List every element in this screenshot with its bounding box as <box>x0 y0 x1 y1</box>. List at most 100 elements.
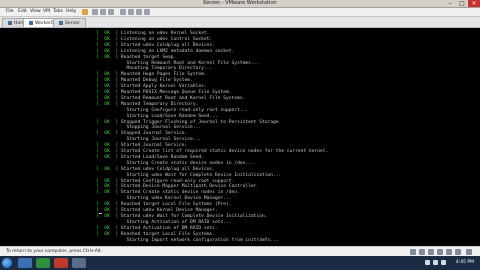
status-tag: [ OK ] <box>96 78 121 84</box>
fullscreen-icon[interactable] <box>120 9 126 15</box>
menu-vm[interactable]: VM <box>43 8 50 16</box>
log-text: Listening on udev Kernel Socket. <box>120 31 210 36</box>
status-tag: [ OK ] <box>96 231 121 237</box>
log-text: Started Remount Root and Kernel File Sys… <box>120 95 246 101</box>
status-tag: [ OK ] <box>96 149 121 154</box>
display-icon[interactable] <box>455 249 461 255</box>
status-tag: [ OK ] <box>96 131 121 137</box>
status-tag: [ OK ] <box>96 101 121 107</box>
explorer-icon[interactable] <box>18 258 32 268</box>
status-tag: [ OK ] <box>96 213 121 219</box>
vm-console[interactable]: [ OK ] Listening on udev Kernel Socket.[… <box>0 28 480 246</box>
status-tag <box>96 161 126 166</box>
tab-server[interactable]: Server <box>53 18 86 27</box>
stretch-icon[interactable] <box>144 9 150 15</box>
status-tag: [ OK ] <box>96 184 121 190</box>
log-text: Starting Load/Save Random Seed... <box>126 113 218 119</box>
usb-icon[interactable] <box>437 249 443 255</box>
maximize-icon[interactable]: □ <box>456 0 468 7</box>
browser-icon[interactable] <box>54 258 68 268</box>
status-tag <box>96 137 126 142</box>
log-text: Mounting Temporary Directory... <box>126 66 213 72</box>
log-text: Started udev Coldplug all Devices. <box>120 166 215 172</box>
status-tag <box>96 66 126 71</box>
status-tag <box>96 173 126 178</box>
message-log-icon[interactable] <box>466 249 472 255</box>
status-tag: [ OK ] <box>96 166 121 172</box>
status-tag: [ OK ] <box>96 90 121 95</box>
status-tag: [ OK ] <box>96 208 121 213</box>
menu-help[interactable]: Help <box>66 8 76 16</box>
log-text: Stopped Journal Service. <box>120 131 188 137</box>
tray-flag-icon[interactable] <box>441 260 446 265</box>
log-text: Starting Import network configuration fr… <box>126 237 279 243</box>
vmware-icon[interactable] <box>72 258 86 268</box>
tray-volume-icon[interactable] <box>433 260 438 265</box>
log-text: Started udev Coldplug all Devices. <box>120 42 215 48</box>
taskbar: 4:45 PM <box>0 256 480 270</box>
network-icon[interactable] <box>428 249 434 255</box>
menu-file[interactable]: File <box>6 8 14 16</box>
revert-icon[interactable] <box>100 9 106 15</box>
cd-drive-icon[interactable] <box>419 249 425 255</box>
status-tag: [ OK ] <box>96 48 121 54</box>
log-text: Mounted Temporary Directory. <box>120 101 199 107</box>
log-text: Mounted Huge Pages File System. <box>120 72 207 78</box>
log-text: Started Activation of DM RAID sets. <box>120 225 218 231</box>
status-tag: [ OK ] <box>96 31 121 36</box>
log-text: Starting Activation of DM RAID sets... <box>126 219 232 225</box>
log-text: Started Create static device nodes in /d… <box>120 190 240 196</box>
status-tag: [ OK ] <box>96 190 121 196</box>
status-tag <box>96 108 126 113</box>
log-text: Started Apply Kernel Variables. <box>120 84 207 90</box>
vm-icon <box>59 20 63 25</box>
log-text: Reached target Local File Systems. <box>120 231 215 237</box>
status-tag: [ OK ] <box>96 202 121 208</box>
log-text: Starting Remount Root and Kernel File Sy… <box>126 60 260 66</box>
log-text: Starting Journal Service... <box>126 137 202 143</box>
snapshot-icon[interactable] <box>92 9 98 15</box>
minimize-icon[interactable]: – <box>444 0 456 7</box>
log-text: Started Configure read-only root support… <box>120 178 235 184</box>
log-text: Stopping Journal Service... <box>126 125 202 131</box>
status-tag: [ OK ] <box>96 95 121 101</box>
log-text: Started udev Kernel Device Manager. <box>120 208 218 213</box>
tab-label: Server <box>65 21 80 26</box>
terminal-icon[interactable] <box>36 258 50 268</box>
log-text: Started Create list of required static d… <box>120 149 329 154</box>
start-button[interactable] <box>2 258 12 268</box>
status-tag: [ OK ] <box>96 119 121 125</box>
menu-edit[interactable]: Edit <box>18 8 27 16</box>
log-text: Started udev Wait for Complete Device In… <box>120 213 268 219</box>
taskbar-clock: 4:45 PM <box>455 260 474 265</box>
tray-network-icon[interactable] <box>425 260 430 265</box>
unity-icon[interactable] <box>128 9 134 15</box>
log-text: Listening on udev Control Socket. <box>120 36 213 42</box>
hard-disk-icon[interactable] <box>410 249 416 255</box>
status-tag: [ OK ] <box>96 54 121 60</box>
log-text: Listening on LVM2 metadata daemon socket… <box>120 48 235 54</box>
status-tag: [ OK ] <box>96 84 121 90</box>
console-view-icon[interactable] <box>136 9 142 15</box>
status-tag <box>96 238 126 243</box>
log-text: Starting Create static device nodes in /… <box>126 160 254 166</box>
log-text: Stopped Trigger Flushing of Journal to P… <box>120 119 282 125</box>
vm-icon <box>29 20 33 25</box>
status-tag: [ OK ] <box>96 178 121 184</box>
power-icon[interactable] <box>82 9 88 15</box>
status-tag <box>96 125 126 130</box>
status-tag: [ OK ] <box>96 42 121 48</box>
log-text: Started Load/Save Random Seed. <box>120 154 204 160</box>
manage-icon[interactable] <box>108 9 114 15</box>
status-tag <box>96 220 126 225</box>
log-text: Starting udev Kernel Device Manager... <box>126 196 232 202</box>
log-text: Starting Configure read-only root suppor… <box>126 107 249 113</box>
status-tag <box>96 114 126 119</box>
menu-tabs[interactable]: Tabs <box>53 8 63 16</box>
log-text: Started Device-Mapper Multipath Device C… <box>120 184 260 190</box>
close-icon[interactable]: × <box>468 0 480 7</box>
status-tag <box>96 61 126 66</box>
sound-icon[interactable] <box>446 249 452 255</box>
console-line: Starting Import network configuration fr… <box>96 237 279 244</box>
menu-view[interactable]: View <box>30 8 41 16</box>
